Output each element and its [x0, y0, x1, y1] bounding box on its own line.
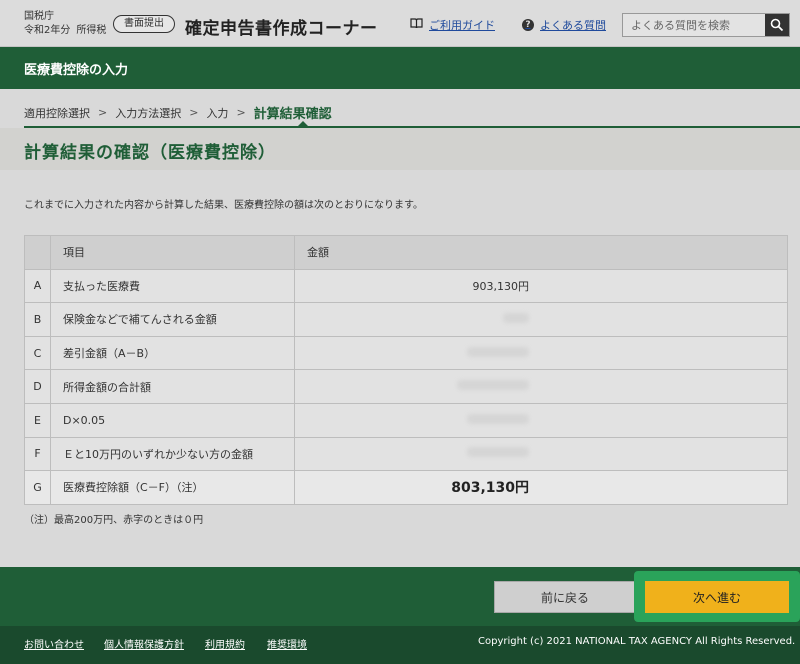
- back-button[interactable]: 前に戻る: [494, 581, 636, 613]
- next-button[interactable]: 次へ進む: [645, 581, 789, 613]
- table-row: C 差引金額（A－B）: [24, 335, 788, 371]
- footer-link-terms[interactable]: 利用規約: [205, 636, 245, 651]
- step-item: 入力: [206, 106, 229, 120]
- row-key: F: [24, 436, 51, 472]
- step-item: 適用控除選択: [24, 106, 90, 120]
- chevron-right-icon: >: [98, 106, 108, 119]
- page-title: 計算結果の確認（医療費控除）: [24, 143, 276, 163]
- row-item: 保険金などで補てんされる金額: [50, 302, 295, 337]
- tax-type: 所得税: [76, 25, 107, 36]
- intro-text: これまでに入力された内容から計算した結果、医療費控除の額は次のとおりになります。: [24, 200, 423, 211]
- step-indicator: [298, 121, 308, 126]
- book-icon: [410, 18, 423, 32]
- section-bar: 医療費控除の入力: [0, 47, 800, 89]
- row-key: D: [24, 369, 51, 404]
- copyright: Copyright (c) 2021 NATIONAL TAX AGENCY A…: [478, 636, 796, 647]
- footer-link-contact[interactable]: お問い合わせ: [24, 636, 84, 651]
- site-header: 国税庁 令和2年分 所得税 書面提出 確定申告書作成コーナー ご利用ガイド ? よ…: [0, 0, 800, 47]
- table-row: G 医療費控除額（C－F）（注） 803,130円: [24, 470, 788, 505]
- table-row: A 支払った医療費 903,130円: [24, 268, 788, 304]
- step-item: 入力方法選択: [115, 106, 182, 120]
- chevron-right-icon: >: [236, 106, 246, 119]
- search-button[interactable]: [765, 14, 789, 36]
- table-header-row: 項目 金額: [24, 235, 788, 270]
- search-input[interactable]: [623, 14, 765, 37]
- question-circle-icon: ?: [522, 19, 534, 31]
- footer-link-environment[interactable]: 推奨環境: [267, 636, 307, 651]
- guide-link[interactable]: ご利用ガイド: [410, 17, 495, 33]
- agency-info: 国税庁 令和2年分 所得税: [24, 10, 112, 38]
- row-key: E: [24, 402, 51, 438]
- footnote: （注）最高200万円、赤字のときは０円: [24, 515, 204, 526]
- step-breadcrumb: 適用控除選択 > 入力方法選択 > 入力 > 計算結果確認: [24, 103, 332, 122]
- tax-year: 令和2年分: [24, 25, 71, 36]
- row-item: 支払った医療費: [50, 268, 295, 304]
- col-header-item: 項目: [50, 235, 295, 270]
- redacted-amount: [467, 413, 529, 424]
- table-row: E D×0.05: [24, 402, 788, 438]
- row-key: G: [24, 470, 51, 505]
- redacted-amount: [467, 346, 529, 357]
- chevron-right-icon: >: [189, 106, 199, 119]
- magnifier-icon: [770, 18, 784, 32]
- footer-link-privacy[interactable]: 個人情報保護方針: [104, 636, 184, 651]
- faq-link-label: よくある質問: [540, 19, 606, 32]
- row-item: 所得金額の合計額: [50, 369, 295, 404]
- result-table: 項目 金額 A 支払った医療費 903,130円 B 保険金などで補てんされる金…: [24, 235, 788, 505]
- section-title: 医療費控除の入力: [24, 63, 129, 78]
- faq-link[interactable]: ? よくある質問: [522, 17, 606, 33]
- row-key: B: [24, 302, 51, 337]
- row-amount: 903,130円: [472, 279, 530, 293]
- deduction-total: 803,130円: [451, 480, 529, 497]
- row-item: D×0.05: [50, 402, 295, 438]
- row-key: A: [24, 268, 51, 304]
- guide-link-label: ご利用ガイド: [429, 19, 495, 32]
- site-footer: お問い合わせ 個人情報保護方針 利用規約 推奨環境 Copyright (c) …: [0, 626, 800, 664]
- redacted-amount: [503, 312, 529, 323]
- faq-search: [622, 13, 790, 37]
- table-row: F Ｅと10万円のいずれか少ない方の金額: [24, 436, 788, 472]
- row-key: C: [24, 335, 51, 371]
- row-item: 差引金額（A－B）: [50, 335, 295, 371]
- row-item: Ｅと10万円のいずれか少ない方の金額: [50, 436, 295, 472]
- table-row: B 保険金などで補てんされる金額: [24, 302, 788, 337]
- app-title: 確定申告書作成コーナー: [185, 19, 378, 39]
- submission-badge: 書面提出: [113, 15, 175, 33]
- redacted-amount: [467, 447, 529, 458]
- agency-name: 国税庁: [24, 11, 54, 22]
- step-current: 計算結果確認: [253, 107, 332, 122]
- row-item: 医療費控除額（C－F）（注）: [50, 470, 295, 505]
- redacted-amount: [457, 380, 529, 391]
- col-header-key: [24, 235, 51, 270]
- col-header-amount: 金額: [294, 235, 788, 270]
- table-row: D 所得金額の合計額: [24, 369, 788, 404]
